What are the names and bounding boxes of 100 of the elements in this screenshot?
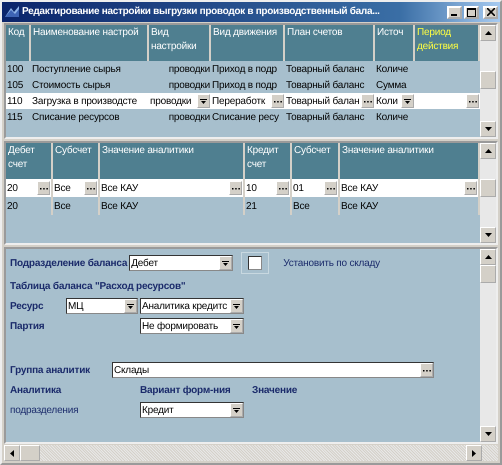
table-cell[interactable]: 20 <box>6 179 53 197</box>
table-cell-text: Приход в подр <box>211 62 278 76</box>
column-header[interactable]: Субсчет <box>292 143 340 179</box>
column-header[interactable]: Субсчет <box>53 143 100 179</box>
close-button[interactable] <box>483 6 498 18</box>
browse-button[interactable] <box>420 363 433 377</box>
checkbox-label: Установить по складу <box>283 258 380 268</box>
scroll-thumb[interactable] <box>480 179 496 197</box>
ellipsis-icon <box>86 186 94 190</box>
table-cell-text: Списание ресу <box>211 110 280 124</box>
vertical-scrollbar[interactable] <box>480 143 496 243</box>
column-header[interactable]: Дебет счет <box>6 143 53 179</box>
maximize-icon <box>467 8 476 16</box>
dropdown-field[interactable]: Кредит <box>140 402 244 418</box>
table-cell-text: 115 <box>6 110 24 124</box>
table-cell: Все <box>292 197 340 215</box>
horizontal-scrollbar[interactable] <box>4 445 498 461</box>
table-cell[interactable]: 01 <box>292 179 340 197</box>
minimize-button[interactable] <box>447 6 462 18</box>
dropdown-arrow-icon <box>222 259 230 267</box>
dropdown-field[interactable]: Не формировать <box>140 318 244 334</box>
dropdown-button[interactable] <box>197 94 210 108</box>
ellipsis-icon <box>466 186 474 190</box>
table-cell-text: Товарный баланс <box>285 110 366 124</box>
up-arrow-icon[interactable] <box>484 149 492 153</box>
up-arrow-icon[interactable] <box>484 31 492 35</box>
column-header[interactable]: Наименование настрой <box>31 25 149 61</box>
column-header[interactable]: Вид настройки <box>149 25 211 61</box>
browse-button[interactable] <box>324 181 337 195</box>
table-cell[interactable]: проводки <box>149 93 211 109</box>
field-label: Ресурс <box>10 300 44 312</box>
table-cell-text: Списание ресурсов <box>31 110 120 124</box>
left-arrow-icon[interactable] <box>10 450 14 456</box>
maximize-button[interactable] <box>464 6 479 18</box>
close-icon <box>486 8 494 16</box>
browse-field[interactable]: Склады <box>112 362 434 378</box>
browse-button[interactable] <box>361 94 374 108</box>
table-cell[interactable]: Переработк <box>211 93 285 109</box>
dropdown-button[interactable] <box>219 256 232 270</box>
table-cell[interactable]: 110 <box>6 93 31 109</box>
dropdown-button[interactable] <box>230 299 243 313</box>
dropdown-button[interactable] <box>230 403 243 417</box>
column-header[interactable]: Кредит счет <box>245 143 292 179</box>
scroll-thumb[interactable] <box>480 71 496 89</box>
dropdown-arrow-icon <box>200 97 207 105</box>
dropdown-button[interactable] <box>401 94 414 108</box>
dropdown-button[interactable] <box>124 299 137 313</box>
table-cell[interactable]: Товарный балан <box>285 93 375 109</box>
table-cell[interactable] <box>415 93 480 109</box>
table-cell[interactable]: Все КАУ <box>100 179 245 197</box>
scroll-thumb[interactable] <box>20 445 40 461</box>
table-cell[interactable]: Все <box>53 179 100 197</box>
table-cell[interactable]: Коли <box>375 93 415 109</box>
dropdown-arrow-icon <box>233 302 240 310</box>
scroll-thumb[interactable] <box>480 265 496 283</box>
column-header[interactable]: Источ <box>375 25 415 61</box>
checkbox[interactable] <box>248 256 262 270</box>
column-header: Значение <box>252 384 298 396</box>
browse-button[interactable] <box>229 181 242 195</box>
down-arrow-icon[interactable] <box>484 127 492 131</box>
table-cell: Все <box>53 197 100 215</box>
table-cell-text: Количе <box>375 62 410 76</box>
browse-button[interactable] <box>464 181 477 195</box>
dropdown-arrow-icon <box>233 406 240 414</box>
dropdown-field[interactable]: МЦ <box>66 298 138 314</box>
field-label: Подразделение баланса <box>10 258 128 268</box>
column-header[interactable]: Значение аналитики <box>100 143 245 179</box>
ellipsis-icon <box>326 186 334 190</box>
browse-button[interactable] <box>84 181 97 195</box>
column-header[interactable]: Код <box>6 25 31 61</box>
right-arrow-icon[interactable] <box>472 450 476 456</box>
browse-button[interactable] <box>37 181 50 195</box>
table-cell[interactable]: 10 <box>245 179 292 197</box>
column-header[interactable]: Вид движения <box>211 25 285 61</box>
ellipsis-icon <box>422 368 430 372</box>
column-header: Аналитика <box>10 384 62 396</box>
app-icon <box>4 5 20 19</box>
table-cell-text: 100 <box>6 62 24 76</box>
dropdown-button[interactable] <box>230 319 243 333</box>
up-arrow-icon[interactable] <box>484 255 492 259</box>
table-cell[interactable]: Все КАУ <box>340 179 480 197</box>
table-cell-text: Приход в подр <box>211 78 278 92</box>
field-label: Партия <box>10 320 46 332</box>
vertical-scrollbar[interactable] <box>480 25 496 137</box>
down-arrow-icon[interactable] <box>484 432 492 436</box>
dropdown-field[interactable]: Аналитика кредитс <box>140 298 244 314</box>
browse-button[interactable] <box>271 94 284 108</box>
column-header: Вариант форм-ния <box>140 384 232 396</box>
column-header[interactable]: План счетов <box>285 25 375 61</box>
table-cell[interactable]: Загрузка в производсте <box>31 93 149 109</box>
column-header[interactable]: Значение аналитики <box>340 143 480 179</box>
dropdown-arrow-icon <box>233 322 240 330</box>
browse-button[interactable] <box>466 94 479 108</box>
table-cell: 20 <box>6 197 53 215</box>
column-header[interactable]: Период действия <box>415 25 480 61</box>
vertical-scrollbar[interactable] <box>480 249 496 442</box>
ellipsis-icon <box>40 186 48 190</box>
browse-button[interactable] <box>276 181 289 195</box>
dropdown-field[interactable]: Дебет <box>129 255 234 271</box>
down-arrow-icon[interactable] <box>484 233 492 237</box>
